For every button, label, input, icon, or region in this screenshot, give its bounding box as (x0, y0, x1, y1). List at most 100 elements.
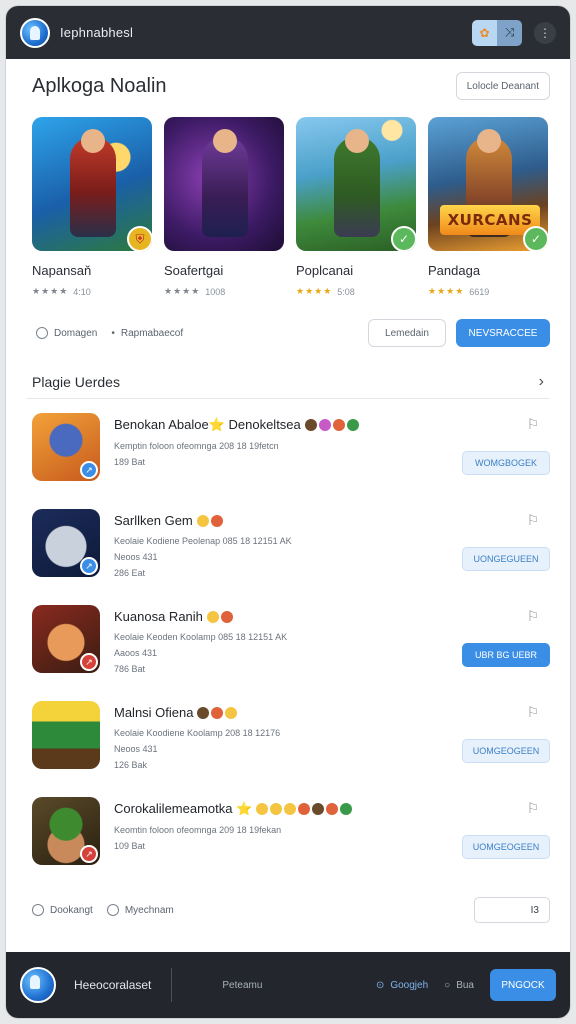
character-figure (70, 129, 116, 237)
secondary-button[interactable]: Lemedain (368, 319, 446, 347)
list-item[interactable]: ↗ Corokalilemeamotka ⭐ Keomtin foloon of… (26, 795, 550, 891)
footer-nav-item[interactable]: ○ Bua (444, 980, 474, 991)
rating-value: 5:08 (337, 286, 355, 297)
get-button[interactable]: UOMGEOGEEN (462, 739, 550, 763)
bookmark-icon[interactable]: ⚐ (524, 511, 542, 529)
rating-value: 6619 (469, 286, 490, 297)
footer-primary-button[interactable]: PNGOCK (490, 969, 556, 1001)
featured-name[interactable]: Soafertgai (164, 263, 284, 278)
bottom-label: Myechnam (124, 904, 174, 916)
item-title: Sarllken Gem (114, 513, 193, 528)
arrow-badge-icon: ↗ (80, 557, 98, 575)
get-button[interactable]: WOMGBOGEK (462, 451, 550, 475)
app-window: Iephnabhesl ✿ ⤨ ⋮ Aplkoga Noalin Lolocle… (6, 6, 570, 1018)
bookmark-icon[interactable]: ⚐ (524, 799, 542, 817)
app-icon[interactable]: ↗ (32, 413, 100, 481)
primary-button[interactable]: NEVSRACCEE (456, 319, 550, 347)
footer-title: Heeocoralaset (74, 978, 152, 992)
list-item[interactable]: ↗ Sarllken Gem Keolaie Kodiene Peolenap … (26, 507, 550, 603)
emoji-group-icon (304, 419, 359, 431)
page-input[interactable]: I3 (474, 897, 550, 923)
list-header: Plagie Uerdes › (26, 371, 550, 399)
arrow-badge-icon: ↗ (80, 845, 98, 863)
clock-icon (106, 904, 119, 916)
emoji-group-icon (206, 610, 233, 623)
rating-value: 1008 (205, 286, 226, 297)
app-icon[interactable]: ↗ (32, 509, 100, 577)
location-icon: ⊙ (375, 979, 385, 991)
star-rating-icon: ★★★★ (32, 286, 69, 296)
featured-card[interactable]: ✓ Poplcanai ★★★★ 5:08 (296, 117, 416, 297)
check-badge-icon: ✓ (391, 226, 416, 251)
footer-nav-label: Bua (456, 979, 474, 991)
shuffle-icon[interactable]: ⤨ (497, 19, 522, 46)
shield-badge-icon: ⛨ (127, 226, 152, 251)
featured-rating: ★★★★ 6619 (428, 286, 548, 297)
featured-name[interactable]: Pandaga (428, 263, 548, 278)
emoji-group-icon (196, 514, 223, 527)
bookmark-icon[interactable]: ⚐ (524, 415, 542, 433)
emoji-group-icon (256, 803, 353, 815)
bottom-option[interactable]: Myechnam (106, 904, 174, 916)
featured-card[interactable]: XURCANS ✓ Pandaga ★★★★ 6619 (428, 117, 548, 297)
bookmark-icon[interactable]: ⚐ (524, 703, 542, 721)
radio-icon[interactable] (36, 327, 48, 339)
arrow-badge-icon: ↗ (80, 461, 98, 479)
footer-logo-icon[interactable] (20, 967, 56, 1003)
get-button[interactable]: UBR BG UEBR (462, 643, 550, 667)
top-bar: Iephnabhesl ✿ ⤨ ⋮ (6, 6, 570, 59)
get-button[interactable]: UONGEGUEEN (462, 547, 550, 571)
footer-nav-label: Googjeh (390, 979, 429, 991)
sun-icon[interactable]: ✿ (472, 19, 497, 46)
star-rating-icon: ★★★★ (164, 286, 201, 296)
bottom-label: Dookangt (50, 904, 93, 916)
list-title: Plagie Uerdes (32, 373, 120, 390)
list-item[interactable]: ↗ Kuanosa Ranih Keolaie Keoden Koolamp 0… (26, 603, 550, 699)
view-toggle: ✿ ⤨ (472, 19, 522, 46)
filter-label: Domagen (54, 327, 98, 339)
filter-label: Rapmabaecof (120, 327, 184, 339)
page-header: Aplkoga Noalin Lolocle Deanant (26, 71, 550, 101)
footer-nav: ⊙ Googjeh ○ Bua PNGOCK (376, 969, 556, 1001)
character-figure (202, 129, 248, 237)
item-title: Malnsi Ofiena (114, 705, 194, 720)
circle-icon: ○ (444, 979, 451, 991)
list-item[interactable]: Malnsi Ofiena Keolaie Koodiene Koolamp 2… (26, 699, 550, 795)
featured-name[interactable]: Poplcanai (296, 263, 416, 278)
featured-rating: ★★★★ 4:10 (32, 286, 152, 297)
featured-name[interactable]: Napansaň (32, 263, 152, 278)
get-button[interactable]: UOMGEOGEEN (462, 835, 550, 859)
character-figure (334, 129, 380, 237)
footer-divider (171, 968, 173, 1002)
chevron-right-icon[interactable]: › (539, 373, 544, 391)
rating-value: 4:10 (73, 286, 91, 297)
bookmark-icon[interactable]: ⚐ (524, 607, 542, 625)
app-list: ↗ Benokan Abaloe⭐ Denokeltsea Kemptin fo… (26, 411, 550, 891)
featured-art[interactable] (164, 117, 284, 251)
list-item[interactable]: ↗ Benokan Abaloe⭐ Denokeltsea Kemptin fo… (26, 411, 550, 507)
featured-card[interactable]: Soafertgai ★★★★ 1008 (164, 117, 284, 297)
app-icon[interactable] (32, 701, 100, 769)
bottom-option[interactable]: Dookangt (32, 904, 93, 916)
app-logo-icon[interactable] (20, 17, 50, 48)
footer-nav-item[interactable]: ⊙ Googjeh (376, 980, 428, 991)
more-icon[interactable]: ⋮ (534, 21, 556, 44)
featured-rating: ★★★★ 5:08 (296, 286, 416, 297)
featured-card[interactable]: ⛨ Napansaň ★★★★ 4:10 (32, 117, 152, 297)
app-icon[interactable]: ↗ (32, 797, 100, 865)
header-action-button[interactable]: Lolocle Deanant (455, 72, 550, 100)
featured-art[interactable]: ✓ (296, 117, 416, 251)
featured-carousel: ⛨ Napansaň ★★★★ 4:10 Soafertgai ★★★★ 100… (26, 117, 550, 297)
arrow-badge-icon: ↗ (80, 653, 98, 671)
emoji-group-icon (197, 706, 238, 719)
item-title: Corokalilemeamotka ⭐ (114, 801, 253, 816)
footer-link[interactable]: Peteamu (222, 980, 262, 991)
featured-art[interactable]: XURCANS ✓ (428, 117, 548, 251)
bullet-icon: • (111, 327, 115, 339)
featured-art[interactable]: ⛨ (32, 117, 152, 251)
footer-bar: Heeocoralaset Peteamu ⊙ Googjeh ○ Bua PN… (6, 952, 570, 1018)
top-actions: ✿ ⤨ ⋮ (472, 19, 556, 46)
filter-option[interactable]: • Rapmabaecof (111, 328, 183, 339)
filter-option[interactable]: Domagen (36, 327, 97, 339)
app-icon[interactable]: ↗ (32, 605, 100, 673)
